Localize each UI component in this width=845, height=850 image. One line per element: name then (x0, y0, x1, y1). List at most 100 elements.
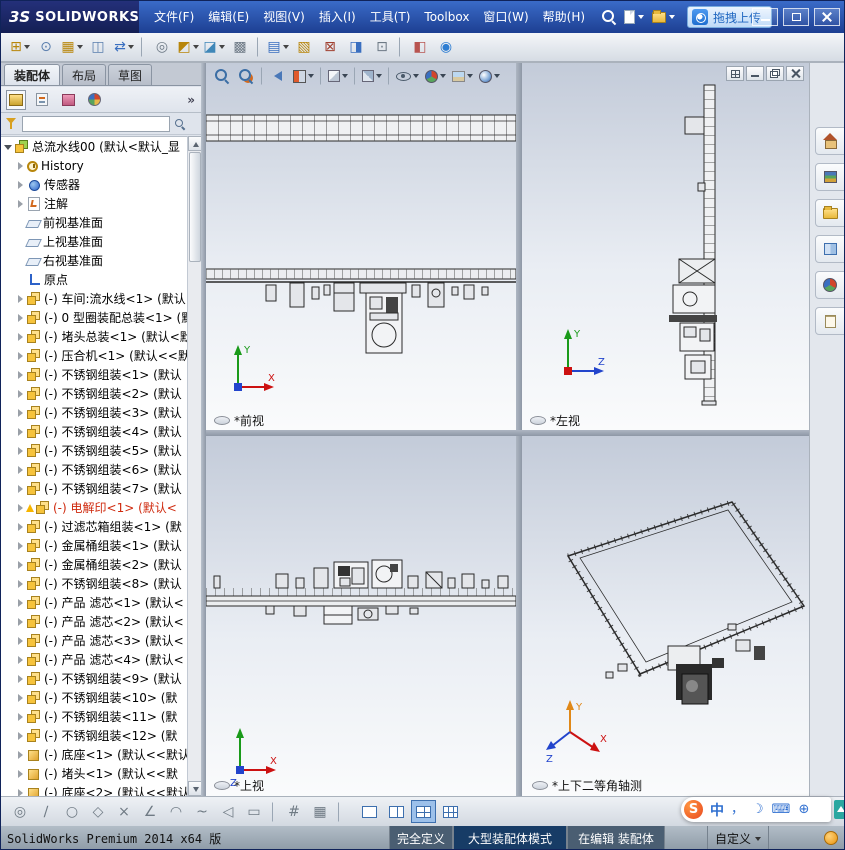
custom-properties-icon[interactable] (815, 307, 844, 335)
tree-item[interactable]: (-) 金属桶组装<2> (默认 (1, 555, 187, 574)
tree-item[interactable]: (-) 不锈钢组装<9> (默认 (1, 669, 187, 688)
menu-item[interactable]: 编辑(E) (201, 1, 256, 33)
tree-item[interactable]: 注解 (1, 194, 187, 213)
exploded-view-icon[interactable]: ▧ (292, 35, 316, 59)
viewport-grid-button[interactable] (438, 800, 463, 823)
panel-tab[interactable]: 布局 (62, 64, 107, 85)
tree-expand-caret[interactable] (16, 617, 26, 627)
tree-item[interactable]: (-) 0 型圈装配总装<1> (默 (1, 308, 187, 327)
tree-item[interactable]: (-) 电解印<1> (默认< (1, 498, 187, 517)
menu-item[interactable]: 工具(T) (363, 1, 418, 33)
tree-expand-caret[interactable] (4, 142, 14, 152)
menu-item[interactable]: 窗口(W) (476, 1, 535, 33)
horizontal-viewport-splitter[interactable] (206, 430, 809, 436)
assembly-features-icon[interactable]: ◩ (176, 35, 200, 59)
interference-detection-icon[interactable]: ⊠ (318, 35, 342, 59)
tree-item[interactable]: 原点 (1, 270, 187, 289)
tree-expand-caret[interactable] (16, 674, 26, 684)
smart-fasteners-icon[interactable]: ◫ (86, 35, 110, 59)
menu-item[interactable]: 视图(V) (256, 1, 312, 33)
tree-expand-caret[interactable] (16, 332, 26, 342)
measure-icon[interactable]: ◨ (344, 35, 368, 59)
display-style-icon[interactable] (359, 65, 385, 87)
tree-item[interactable]: 上视基准面 (1, 232, 187, 251)
toolbar-button[interactable] (257, 37, 261, 57)
tree-item[interactable]: (-) 不锈钢组装<8> (默认 (1, 574, 187, 593)
zoom-to-area-icon[interactable] (234, 65, 258, 87)
tree-expand-caret[interactable] (16, 427, 26, 437)
move-component-icon[interactable]: ⇄ (112, 35, 136, 59)
search-icon[interactable] (602, 10, 616, 24)
heads-up-button[interactable] (320, 67, 322, 85)
minimize-button[interactable] (752, 8, 778, 26)
tree-item[interactable]: 传感器 (1, 175, 187, 194)
offset-entities-icon[interactable]: ▭ (242, 800, 266, 824)
keyboard-icon[interactable]: ⌨ (772, 803, 791, 816)
view-settings-icon[interactable] (476, 65, 503, 87)
tree-expand-caret[interactable] (16, 522, 26, 532)
arc-icon[interactable]: ◠ (164, 800, 188, 824)
solidworks-resources-icon[interactable] (815, 127, 844, 155)
view-palette-icon[interactable] (815, 235, 844, 263)
tree-item[interactable]: (-) 不锈钢组装<2> (默认 (1, 384, 187, 403)
filter-search-icon[interactable] (174, 118, 186, 130)
sogou-logo-icon[interactable]: S (684, 800, 703, 819)
polygon-icon[interactable]: ◇ (86, 800, 110, 824)
tree-expand-caret[interactable] (16, 788, 26, 796)
tree-expand-caret[interactable] (16, 484, 26, 494)
tree-item[interactable]: (-) 不锈钢组装<10> (默 (1, 688, 187, 707)
viewport-front[interactable]: Y X *前视 (206, 63, 516, 430)
tree-item[interactable]: 右视基准面 (1, 251, 187, 270)
angle-icon[interactable]: ∠ (138, 800, 162, 824)
tree-expand-caret[interactable] (16, 389, 26, 399)
two-viewport-button[interactable] (384, 800, 409, 823)
tree-item[interactable]: (-) 堵头总装<1> (默认<默 (1, 327, 187, 346)
toolbar-button[interactable] (141, 37, 145, 57)
reference-geometry-icon[interactable]: ◪ (202, 35, 226, 59)
tree-expand-caret[interactable] (16, 598, 26, 608)
scrollbar-thumb[interactable] (189, 152, 201, 262)
grid-icon[interactable]: # (282, 800, 306, 824)
heads-up-button[interactable] (354, 67, 356, 85)
tree-expand-caret[interactable] (16, 351, 26, 361)
sketch-tool-button[interactable] (272, 801, 276, 822)
viewport-grid-icon[interactable] (726, 66, 744, 81)
tree-expand-caret[interactable] (16, 750, 26, 760)
menu-item[interactable]: 帮助(H) (536, 1, 592, 33)
close-viewport-icon[interactable] (786, 66, 804, 81)
snap-icon[interactable]: ▦ (308, 800, 332, 824)
panel-tab[interactable]: 装配体 (4, 64, 61, 85)
tree-item[interactable]: (-) 不锈钢组装<7> (默认 (1, 479, 187, 498)
help-icon[interactable] (824, 831, 838, 845)
tree-item[interactable]: (-) 不锈钢组装<1> (默认 (1, 365, 187, 384)
menu-item[interactable]: 插入(I) (312, 1, 363, 33)
sensors-icon[interactable]: ◉ (434, 35, 458, 59)
tree-expand-caret[interactable] (16, 560, 26, 570)
viewport-iso[interactable]: Y X Z *上下二等角轴测 (522, 436, 809, 796)
minimize-viewport-icon[interactable] (746, 66, 764, 81)
ime-mode-toggle[interactable]: 中 (710, 800, 724, 820)
view-orientation-icon[interactable] (325, 65, 351, 87)
tree-item[interactable]: 前视基准面 (1, 213, 187, 232)
tree-item[interactable]: (-) 不锈钢组装<5> (默认 (1, 441, 187, 460)
open-document-button[interactable] (652, 9, 676, 23)
hide-show-items-icon[interactable] (393, 65, 422, 87)
tree-expand-caret[interactable] (16, 503, 26, 513)
edit-appearance-icon[interactable] (422, 65, 449, 87)
tree-item[interactable]: (-) 底座<1> (默认<<默认 (1, 745, 187, 764)
skin-icon[interactable]: ⊕ (798, 803, 809, 816)
tree-item[interactable]: (-) 不锈钢组装<11> (默 (1, 707, 187, 726)
tree-expand-caret[interactable] (16, 256, 26, 266)
tree-expand-caret[interactable] (16, 199, 26, 209)
panel-tab[interactable]: 草图 (108, 64, 153, 85)
tree-item[interactable]: (-) 堵头<1> (默认<<默 (1, 764, 187, 783)
section-properties-icon[interactable]: ◧ (408, 35, 432, 59)
tree-expand-caret[interactable] (16, 294, 26, 304)
tree-item[interactable]: (-) 产品 滤芯<4> (默认< (1, 650, 187, 669)
configurationmanager-tab-icon[interactable] (58, 90, 78, 110)
tree-expand-caret[interactable] (16, 370, 26, 380)
bill-of-materials-icon[interactable]: ▤ (266, 35, 290, 59)
punctuation-icon[interactable]: ， (731, 803, 744, 816)
maximize-button[interactable] (783, 8, 809, 26)
viewport-left[interactable]: Y Z *左视 (522, 63, 809, 430)
